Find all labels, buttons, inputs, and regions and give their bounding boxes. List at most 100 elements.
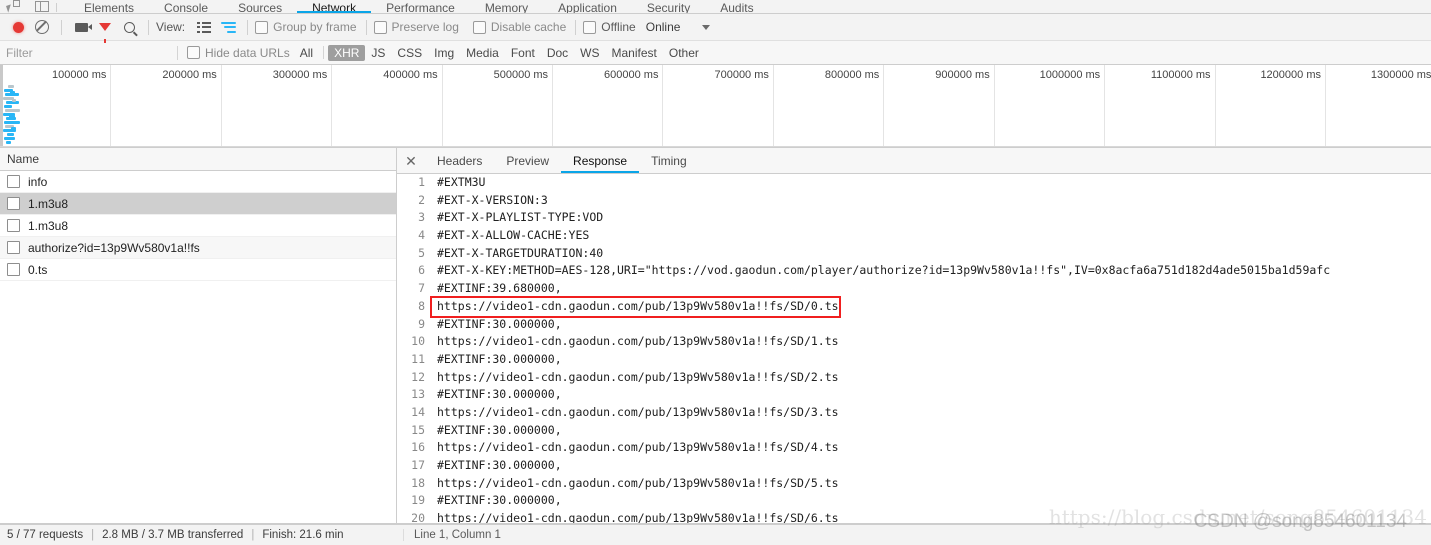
code-line: 11 #EXTINF:30.000000, <box>397 351 1431 369</box>
offline-checkbox[interactable]: Offline <box>583 20 636 34</box>
network-overview[interactable]: 100000 ms 200000 ms 300000 ms 400000 ms 5000… <box>0 65 1431 148</box>
table-row[interactable]: authorize?id=13p9Wv580v1a!!fs <box>0 237 396 259</box>
close-icon[interactable]: ✕ <box>397 148 425 173</box>
search-button[interactable] <box>117 15 141 39</box>
devtools-left-icons <box>0 0 49 13</box>
throttling-select[interactable]: Online <box>646 20 681 34</box>
preserve-log-checkbox[interactable]: Preserve log <box>373 20 459 34</box>
code-line: 1 #EXTM3U <box>397 174 1431 192</box>
filter-input[interactable] <box>6 44 168 61</box>
type-filter-all[interactable]: All <box>294 45 319 61</box>
type-filter-other[interactable]: Other <box>663 45 705 61</box>
overview-request-bar <box>4 121 20 124</box>
filter-bar: Hide data URLs All XHRJSCSSImgMediaFontDo… <box>0 41 1431 65</box>
line-text[interactable]: #EXT-X-TARGETDURATION:40 <box>432 245 603 263</box>
request-checkbox[interactable] <box>7 219 20 232</box>
request-checkbox[interactable] <box>7 263 20 276</box>
timeline-tick: 200000 ms <box>110 65 222 147</box>
list-view-icon <box>197 21 212 33</box>
detail-tab-timing[interactable]: Timing <box>639 148 699 173</box>
tab-performance[interactable]: Performance <box>371 0 470 13</box>
line-text[interactable]: #EXTINF:30.000000, <box>432 422 562 440</box>
type-filter-font[interactable]: Font <box>505 45 541 61</box>
request-name: 1.m3u8 <box>28 196 69 211</box>
line-text[interactable]: #EXTINF:39.680000, <box>432 280 562 298</box>
tab-memory[interactable]: Memory <box>470 0 543 13</box>
line-text[interactable]: #EXT-X-VERSION:3 <box>432 192 548 210</box>
line-text[interactable]: https://video1-cdn.gaodun.com/pub/13p9Wv… <box>432 439 839 457</box>
request-checkbox[interactable] <box>7 197 20 210</box>
line-text[interactable]: #EXT-X-PLAYLIST-TYPE:VOD <box>432 209 603 227</box>
overview-request-bar <box>8 85 14 88</box>
type-filter-ws[interactable]: WS <box>574 45 605 61</box>
line-number: 8 <box>418 298 425 313</box>
response-code: 1 #EXTM3U 2 #EXT-X-VERSION:3 3 #EXT-X-PLAYLIS… <box>397 174 1431 523</box>
line-text[interactable]: https://video1-cdn.gaodun.com/pub/13p9Wv… <box>432 333 839 351</box>
line-text[interactable]: #EXTINF:30.000000, <box>432 386 562 404</box>
tab-security[interactable]: Security <box>632 0 705 13</box>
type-filter-manifest[interactable]: Manifest <box>606 45 663 61</box>
line-number: 5 <box>418 245 425 260</box>
line-text[interactable]: #EXT-X-ALLOW-CACHE:YES <box>432 227 589 245</box>
disable-cache-checkbox[interactable]: Disable cache <box>472 20 566 34</box>
type-filter-doc[interactable]: Doc <box>541 45 574 61</box>
code-line: 7 #EXTINF:39.680000, <box>397 280 1431 298</box>
line-text[interactable]: #EXTINF:30.000000, <box>432 492 562 510</box>
filter-toggle-button[interactable] <box>93 15 117 43</box>
detail-tab-preview[interactable]: Preview <box>494 148 561 173</box>
tab-application[interactable]: Application <box>543 0 632 13</box>
type-filter-css[interactable]: CSS <box>391 45 428 61</box>
line-text[interactable]: https://video1-cdn.gaodun.com/pub/13p9Wv… <box>432 404 839 422</box>
type-filter-js[interactable]: JS <box>365 45 391 61</box>
detail-tab-headers[interactable]: Headers <box>425 148 494 173</box>
status-summary: 5 / 77 requests | 2.8 MB / 3.7 MB transf… <box>0 529 404 541</box>
waterfall-view-button[interactable] <box>216 15 240 39</box>
request-checkbox[interactable] <box>7 175 20 188</box>
table-row[interactable]: 1.m3u8 <box>0 215 396 237</box>
tab-console[interactable]: Console <box>149 0 223 13</box>
table-row[interactable]: 0.ts <box>0 259 396 281</box>
tab-elements[interactable]: Elements <box>69 0 149 13</box>
inspect-element-icon[interactable] <box>6 0 20 13</box>
response-body[interactable]: 1 #EXTM3U 2 #EXT-X-VERSION:3 3 #EXT-X-PLAYLIS… <box>397 174 1431 523</box>
tab-network[interactable]: Network <box>297 0 372 13</box>
checkbox-box <box>187 46 200 59</box>
line-text[interactable]: https://video1-cdn.gaodun.com/pub/13p9Wv… <box>432 510 839 523</box>
line-text[interactable]: #EXTM3U <box>432 174 485 192</box>
table-row[interactable]: info <box>0 171 396 193</box>
table-row[interactable]: 1.m3u8 <box>0 193 396 215</box>
timeline-tick-label: 1300000 ms <box>1370 69 1431 81</box>
line-text[interactable]: #EXTINF:30.000000, <box>432 457 562 475</box>
line-text[interactable]: #EXT-X-KEY:METHOD=AES-128,URI="https://v… <box>432 262 1330 280</box>
overview-request-bar <box>12 99 16 102</box>
timeline-ruler: 100000 ms 200000 ms 300000 ms 400000 ms 5000… <box>0 65 1431 147</box>
line-text[interactable]: https://video1-cdn.gaodun.com/pub/13p9Wv… <box>430 295 841 318</box>
hide-data-urls-checkbox[interactable]: Hide data URLs <box>187 46 290 60</box>
line-text[interactable]: https://video1-cdn.gaodun.com/pub/13p9Wv… <box>432 369 839 387</box>
clear-button[interactable] <box>30 15 54 39</box>
group-by-frame-checkbox[interactable]: Group by frame <box>255 20 357 34</box>
chevron-down-icon[interactable] <box>702 24 711 30</box>
type-filter-xhr[interactable]: XHR <box>328 44 366 61</box>
line-number: 3 <box>418 210 425 225</box>
type-filter-media[interactable]: Media <box>460 45 505 61</box>
timeline-tick: 500000 ms <box>442 65 554 147</box>
line-text[interactable]: #EXTINF:30.000000, <box>432 351 562 369</box>
line-text[interactable]: #EXTINF:30.000000, <box>432 316 562 334</box>
group-by-frame-label: Group by frame <box>273 20 357 34</box>
tab-audits[interactable]: Audits <box>705 0 768 13</box>
record-button[interactable] <box>6 15 30 39</box>
code-line: 3 #EXT-X-PLAYLIST-TYPE:VOD <box>397 209 1431 227</box>
capture-screenshots-button[interactable] <box>69 15 93 39</box>
tab-sources[interactable]: Sources <box>223 0 297 13</box>
detail-tab-response[interactable]: Response <box>561 148 640 173</box>
details-panel: ✕ Headers Preview Response Timing 1 #EXTM3U 2… <box>397 148 1431 523</box>
type-filter-img[interactable]: Img <box>428 45 460 61</box>
request-name: info <box>28 174 48 189</box>
device-toolbar-icon[interactable] <box>34 0 49 13</box>
request-checkbox[interactable] <box>7 241 20 254</box>
line-text[interactable]: https://video1-cdn.gaodun.com/pub/13p9Wv… <box>432 475 839 493</box>
requests-table-header[interactable]: Name <box>0 148 396 171</box>
line-number: 12 <box>411 369 425 384</box>
list-view-button[interactable] <box>192 15 216 39</box>
